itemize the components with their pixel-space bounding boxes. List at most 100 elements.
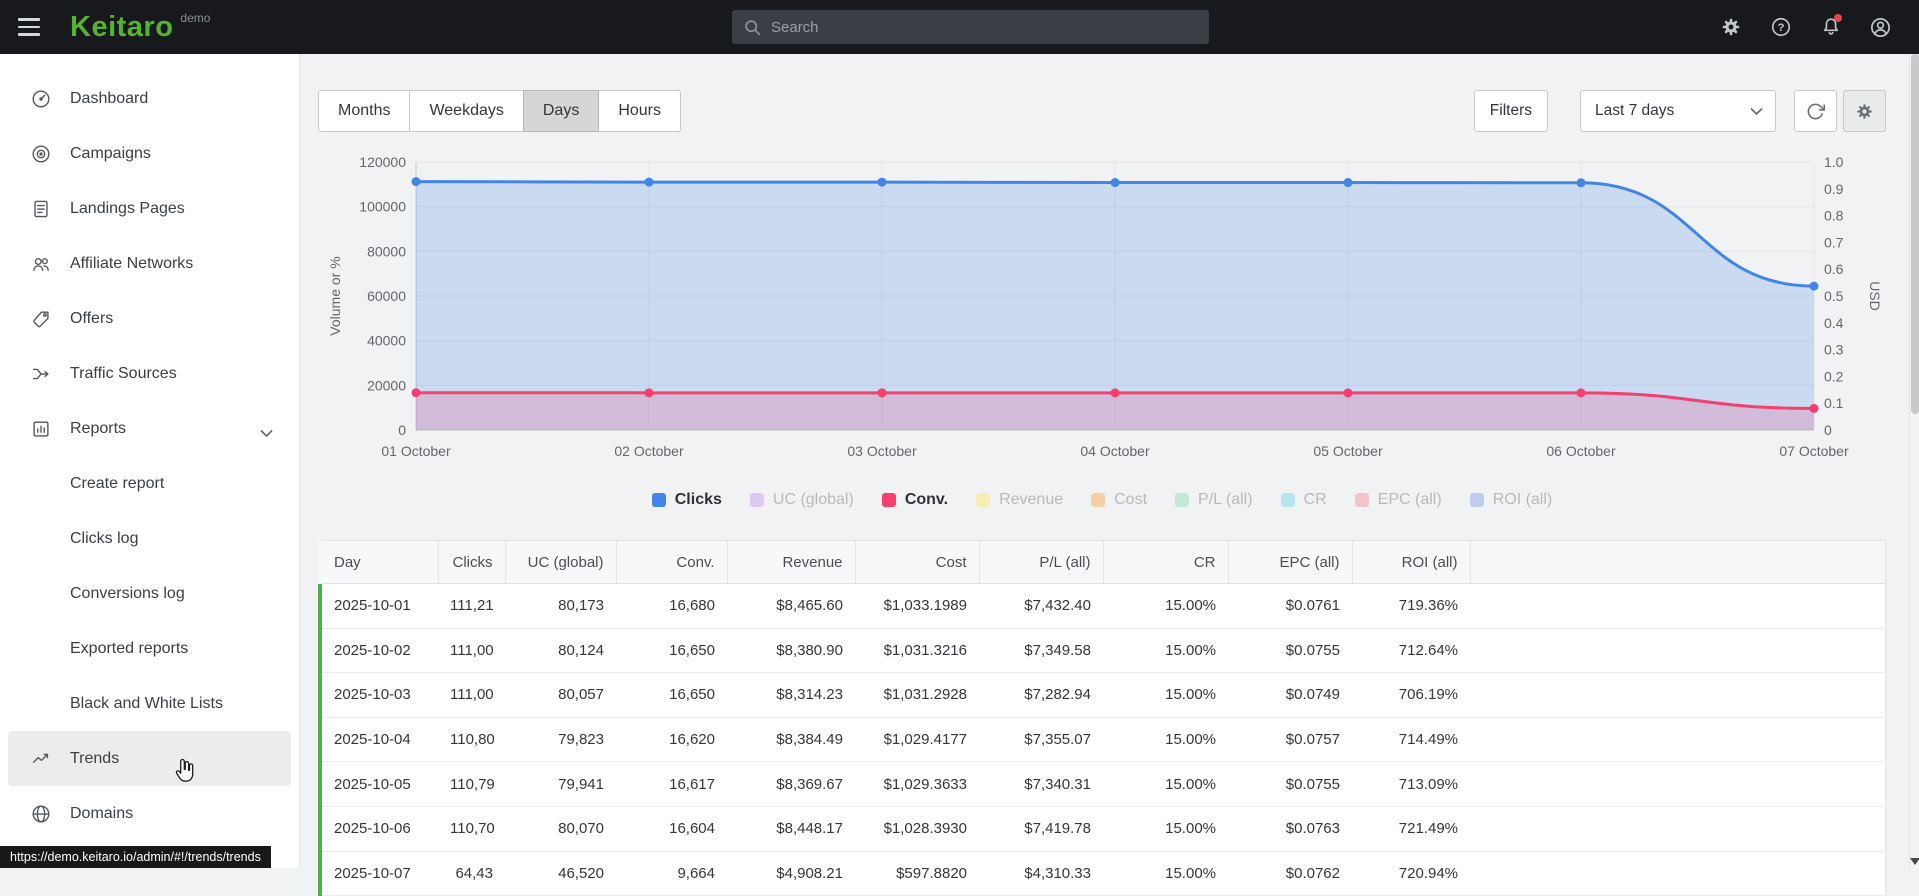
table-cell: $0.0761 bbox=[1228, 584, 1352, 629]
sidebar-item-conversions-log[interactable]: Conversions log bbox=[8, 566, 291, 621]
sidebar-item-offers[interactable]: Offers bbox=[8, 291, 291, 346]
svg-text:0.7: 0.7 bbox=[1824, 234, 1844, 250]
table-body: 2025-10-01111,2180,17316,680$8,465.60$1,… bbox=[320, 584, 1886, 896]
table-cell: 15.00% bbox=[1103, 717, 1228, 762]
table-cell: 110,79 bbox=[438, 762, 505, 807]
svg-text:0.6: 0.6 bbox=[1824, 261, 1844, 277]
table-cell: $7,432.40 bbox=[979, 584, 1103, 629]
table-cell: 111,21 bbox=[438, 584, 505, 629]
table-cell: $8,369.67 bbox=[727, 762, 855, 807]
sidebar-item-affiliate-networks[interactable]: Affiliate Networks bbox=[8, 236, 291, 291]
table-cell: 16,680 bbox=[616, 584, 727, 629]
chart-settings-button[interactable] bbox=[1843, 90, 1886, 132]
sidebar-item-trends[interactable]: Trends bbox=[8, 731, 291, 786]
notification-badge bbox=[1834, 14, 1842, 22]
sidebar-item-exported-reports[interactable]: Exported reports bbox=[8, 621, 291, 676]
sidebar-item-landings-pages[interactable]: Landings Pages bbox=[8, 181, 291, 236]
sidebar-item-traffic-sources[interactable]: Traffic Sources bbox=[8, 346, 291, 401]
users-icon bbox=[30, 253, 52, 275]
question-icon: ? bbox=[1770, 16, 1792, 38]
table-cell: $0.0755 bbox=[1228, 762, 1352, 807]
table-cell: $1,031.3216 bbox=[855, 628, 979, 673]
table-row: 2025-10-06110,7080,07016,604$8,448.17$1,… bbox=[320, 806, 1886, 851]
legend-item[interactable]: ROI (all) bbox=[1470, 491, 1553, 509]
legend-item[interactable]: UC (global) bbox=[750, 491, 854, 509]
sidebar-item-dashboard[interactable]: Dashboard bbox=[8, 71, 291, 126]
legend-item[interactable]: Revenue bbox=[976, 491, 1063, 509]
sidebar-item-label: Domains bbox=[70, 805, 133, 823]
sidebar-item-campaigns[interactable]: Campaigns bbox=[8, 126, 291, 181]
column-header: P/L (all) bbox=[979, 541, 1103, 584]
sidebar-item-label: Black and White Lists bbox=[70, 695, 223, 713]
sidebar-item-black-and-white-lists[interactable]: Black and White Lists bbox=[8, 676, 291, 731]
table-cell: $8,314.23 bbox=[727, 673, 855, 718]
sidebar-item-create-report[interactable]: Create report bbox=[8, 456, 291, 511]
scrollbar[interactable] bbox=[1909, 54, 1919, 868]
trends-chart: 02000040000600008000010000012000000.10.2… bbox=[318, 146, 1886, 468]
scrollbar-thumb[interactable] bbox=[1911, 54, 1919, 414]
svg-text:03 October: 03 October bbox=[847, 443, 917, 459]
search-bar bbox=[732, 10, 1209, 44]
table-cell: 2025-10-07 bbox=[320, 851, 438, 896]
main-content: MonthsWeekdaysDaysHours Filters Last 7 d… bbox=[300, 54, 1909, 868]
sidebar-item-label: Create report bbox=[70, 475, 164, 493]
table-row: 2025-10-03111,0080,05716,650$8,314.23$1,… bbox=[320, 673, 1886, 718]
notifications-button[interactable] bbox=[1812, 9, 1849, 46]
table-cell: 46,520 bbox=[505, 851, 616, 896]
column-header: ROI (all) bbox=[1352, 541, 1470, 584]
sidebar-item-domains[interactable]: Domains bbox=[8, 786, 291, 841]
legend-item[interactable]: Clicks bbox=[652, 491, 722, 509]
legend-item[interactable]: Cost bbox=[1091, 491, 1147, 509]
table-cell: $1,033.1989 bbox=[855, 584, 979, 629]
dashboard-icon bbox=[30, 88, 52, 110]
filters-button[interactable]: Filters bbox=[1474, 90, 1548, 132]
chart-legend: Clicks UC (global) Conv. Revenue Cost P/L (al… bbox=[318, 488, 1886, 512]
trending-up-icon bbox=[30, 748, 52, 770]
table-cell: 16,650 bbox=[616, 628, 727, 673]
table-cell: 16,650 bbox=[616, 673, 727, 718]
help-button[interactable]: ? bbox=[1762, 9, 1799, 46]
legend-swatch bbox=[1091, 493, 1105, 507]
table-cell: 15.00% bbox=[1103, 628, 1228, 673]
tab-hours[interactable]: Hours bbox=[598, 90, 681, 132]
table-cell: 2025-10-04 bbox=[320, 717, 438, 762]
legend-item[interactable]: Conv. bbox=[882, 491, 948, 509]
svg-text:01 October: 01 October bbox=[381, 443, 451, 459]
table-row: 2025-10-0764,4346,5209,664$4,908.21$597.… bbox=[320, 851, 1886, 896]
svg-text:07 October: 07 October bbox=[1779, 443, 1849, 459]
sidebar-item-clicks-log[interactable]: Clicks log bbox=[8, 511, 291, 566]
menu-toggle-button[interactable] bbox=[0, 0, 58, 54]
tab-weekdays[interactable]: Weekdays bbox=[409, 90, 523, 132]
gear-icon bbox=[1720, 16, 1742, 38]
legend-swatch bbox=[1175, 493, 1189, 507]
logo[interactable]: Keitaro demo bbox=[70, 0, 210, 54]
column-header: UC (global) bbox=[505, 541, 616, 584]
svg-text:60000: 60000 bbox=[367, 288, 406, 304]
svg-text:0: 0 bbox=[1824, 422, 1832, 438]
column-header-filler bbox=[1470, 541, 1886, 584]
legend-swatch bbox=[652, 493, 666, 507]
tab-days[interactable]: Days bbox=[523, 90, 599, 132]
table-cell: 111,00 bbox=[438, 673, 505, 718]
sidebar-item-reports[interactable]: Reports bbox=[8, 401, 291, 456]
table-cell: 16,620 bbox=[616, 717, 727, 762]
scroll-down-icon[interactable] bbox=[1910, 858, 1919, 865]
legend-label: CR bbox=[1304, 491, 1327, 509]
table-cell: $7,419.78 bbox=[979, 806, 1103, 851]
search-input[interactable] bbox=[771, 19, 1197, 36]
legend-item[interactable]: P/L (all) bbox=[1175, 491, 1253, 509]
table-cell: 9,664 bbox=[616, 851, 727, 896]
date-range-select[interactable]: Last 7 days bbox=[1580, 90, 1776, 132]
tab-months[interactable]: Months bbox=[318, 90, 410, 132]
svg-text:0.2: 0.2 bbox=[1824, 368, 1844, 384]
legend-label: UC (global) bbox=[773, 491, 854, 509]
legend-item[interactable]: EPC (all) bbox=[1355, 491, 1442, 509]
table-cell: 712.64% bbox=[1352, 628, 1470, 673]
account-button[interactable] bbox=[1862, 9, 1899, 46]
refresh-button[interactable] bbox=[1794, 90, 1837, 132]
table-cell-filler bbox=[1470, 673, 1886, 718]
settings-button[interactable] bbox=[1712, 9, 1749, 46]
sidebar-item-label: Affiliate Networks bbox=[70, 255, 193, 273]
refresh-icon bbox=[1806, 102, 1825, 121]
legend-item[interactable]: CR bbox=[1281, 491, 1327, 509]
